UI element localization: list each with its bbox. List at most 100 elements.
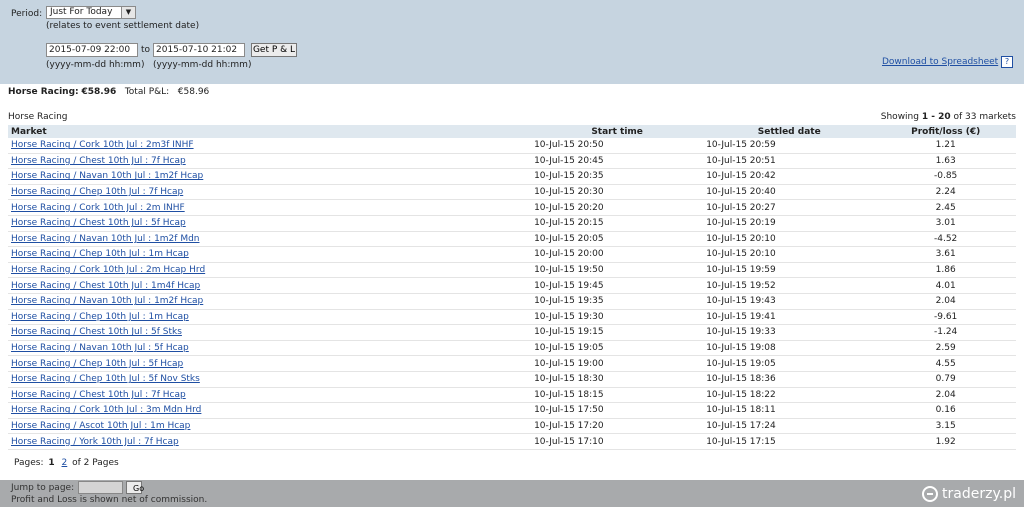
market-link[interactable]: Horse Racing / Chest 10th Jul : 1m4f Hca… [11, 281, 200, 291]
market-cell: Horse Racing / Chest 10th Jul : 5f Hcap [8, 215, 532, 232]
profit-loss-cell: 1.63 [875, 153, 1016, 170]
profit-loss-cell: 4.55 [875, 355, 1016, 372]
pages-suffix: of 2 Pages [72, 458, 119, 468]
settled-date-cell: 10-Jul-15 18:11 [703, 402, 876, 419]
download-spreadsheet-link[interactable]: Download to Spreadsheet [882, 57, 998, 67]
market-cell: Horse Racing / Navan 10th Jul : 1m2f Mdn [8, 231, 532, 248]
settled-date-cell: 10-Jul-15 19:33 [703, 324, 876, 341]
table-row: Horse Racing / Navan 10th Jul : 5f Hcap 1… [8, 340, 1016, 357]
period-select-value: Just For Today [50, 7, 113, 17]
watermark-logo-icon [922, 486, 939, 502]
market-cell: Horse Racing / Chest 10th Jul : 7f Hcap [8, 153, 532, 170]
profit-loss-cell: 0.16 [875, 402, 1016, 419]
market-cell: Horse Racing / Ascot 10th Jul : 1m Hcap [8, 418, 532, 435]
market-link[interactable]: Horse Racing / Navan 10th Jul : 1m2f Hca… [11, 296, 203, 306]
table-row: Horse Racing / Chest 10th Jul : 5f Stks 1… [8, 324, 1016, 341]
settled-date-cell: 10-Jul-15 20:51 [703, 153, 876, 170]
header-market[interactable]: Market [8, 125, 532, 138]
settled-date-cell: 10-Jul-15 20:27 [703, 199, 876, 216]
market-cell: Horse Racing / Chep 10th Jul : 1m Hcap [8, 246, 532, 263]
period-label: Period: [11, 9, 43, 19]
go-button[interactable]: Go [126, 481, 144, 494]
header-settled-date[interactable]: Settled date [703, 125, 876, 138]
markets-table: Market Start time Settled date Profit/lo… [8, 125, 1016, 450]
market-link[interactable]: Horse Racing / Chep 10th Jul : 1m Hcap [11, 249, 189, 259]
table-row: Horse Racing / Chep 10th Jul : 1m Hcap 10… [8, 246, 1016, 263]
jump-label: Jump to page: [11, 483, 75, 493]
pagination: Pages: 1 2 of 2 Pages [14, 458, 119, 468]
market-cell: Horse Racing / Chep 10th Jul : 7f Hcap [8, 184, 532, 201]
profit-loss-cell: 3.01 [875, 215, 1016, 232]
market-link[interactable]: Horse Racing / Chep 10th Jul : 1m Hcap [11, 312, 189, 322]
profit-loss-cell: 4.01 [875, 277, 1016, 294]
help-icon[interactable]: ? [1001, 56, 1013, 68]
jump-page-input[interactable] [78, 481, 123, 494]
market-cell: Horse Racing / York 10th Jul : 7f Hcap [8, 433, 532, 450]
start-time-cell: 10-Jul-15 20:15 [531, 215, 704, 232]
start-time-cell: 10-Jul-15 20:00 [531, 246, 704, 263]
profit-loss-cell: 0.79 [875, 371, 1016, 388]
settled-date-cell: 10-Jul-15 19:41 [703, 309, 876, 326]
market-link[interactable]: Horse Racing / Cork 10th Jul : 2m Hcap H… [11, 265, 205, 275]
market-cell: Horse Racing / Chest 10th Jul : 7f Hcap [8, 387, 532, 404]
market-cell: Horse Racing / Cork 10th Jul : 3m Mdn Hr… [8, 402, 532, 419]
header-start-time[interactable]: Start time [531, 125, 704, 138]
table-row: Horse Racing / Navan 10th Jul : 1m2f Hca… [8, 168, 1016, 185]
table-row: Horse Racing / Chep 10th Jul : 5f Hcap 10… [8, 355, 1016, 372]
settled-date-cell: 10-Jul-15 20:19 [703, 215, 876, 232]
profit-loss-cell: -4.52 [875, 231, 1016, 248]
table-row: Horse Racing / Chest 10th Jul : 1m4f Hca… [8, 277, 1016, 294]
market-link[interactable]: Horse Racing / Chest 10th Jul : 5f Hcap [11, 218, 186, 228]
profit-loss-cell: 3.15 [875, 418, 1016, 435]
filter-panel: Period: Just For Today ▼ (relates to eve… [0, 0, 1024, 84]
commission-note: Profit and Loss is shown net of commissi… [11, 495, 208, 505]
market-link[interactable]: Horse Racing / Navan 10th Jul : 1m2f Mdn [11, 234, 200, 244]
settled-date-cell: 10-Jul-15 18:36 [703, 371, 876, 388]
table-row: Horse Racing / Chest 10th Jul : 7f Hcap 1… [8, 153, 1016, 170]
get-pl-button[interactable]: Get P & L [251, 43, 297, 57]
settled-date-cell: 10-Jul-15 20:42 [703, 168, 876, 185]
market-link[interactable]: Horse Racing / Chest 10th Jul : 5f Stks [11, 327, 182, 337]
start-time-cell: 10-Jul-15 20:30 [531, 184, 704, 201]
table-row: Horse Racing / Navan 10th Jul : 1m2f Hca… [8, 293, 1016, 310]
market-link[interactable]: Horse Racing / Ascot 10th Jul : 1m Hcap [11, 421, 190, 431]
table-row: Horse Racing / Chest 10th Jul : 7f Hcap 1… [8, 387, 1016, 404]
from-date-input[interactable]: 2015-07-09 22:00 [46, 43, 138, 57]
start-time-cell: 10-Jul-15 20:35 [531, 168, 704, 185]
table-row: Horse Racing / Cork 10th Jul : 2m Hcap H… [8, 262, 1016, 279]
market-link[interactable]: Horse Racing / Chest 10th Jul : 7f Hcap [11, 390, 186, 400]
page-link-2[interactable]: 2 [62, 458, 68, 468]
profit-loss-cell: 2.45 [875, 199, 1016, 216]
start-time-cell: 10-Jul-15 18:30 [531, 371, 704, 388]
table-row: Horse Racing / Cork 10th Jul : 2m INHF 10… [8, 199, 1016, 216]
market-cell: Horse Racing / Navan 10th Jul : 1m2f Hca… [8, 168, 532, 185]
market-link[interactable]: Horse Racing / Navan 10th Jul : 5f Hcap [11, 343, 189, 353]
market-link[interactable]: Horse Racing / Cork 10th Jul : 3m Mdn Hr… [11, 405, 201, 415]
start-time-cell: 10-Jul-15 19:15 [531, 324, 704, 341]
market-link[interactable]: Horse Racing / Chep 10th Jul : 5f Nov St… [11, 374, 200, 384]
header-profit-loss[interactable]: Profit/loss (€) [875, 125, 1016, 138]
table-row: Horse Racing / Chep 10th Jul : 1m Hcap 10… [8, 309, 1016, 326]
profit-loss-cell: 3.61 [875, 246, 1016, 263]
profit-loss-cell: 1.92 [875, 433, 1016, 450]
market-link[interactable]: Horse Racing / Cork 10th Jul : 2m INHF [11, 203, 185, 213]
market-link[interactable]: Horse Racing / Navan 10th Jul : 1m2f Hca… [11, 171, 203, 181]
market-link[interactable]: Horse Racing / Cork 10th Jul : 2m3f INHF [11, 140, 194, 150]
category-value: €58.96 [81, 87, 117, 97]
profit-loss-cell: 2.24 [875, 184, 1016, 201]
period-select[interactable]: Just For Today ▼ [46, 6, 136, 19]
market-link[interactable]: Horse Racing / Chest 10th Jul : 7f Hcap [11, 156, 186, 166]
settled-date-cell: 10-Jul-15 20:10 [703, 231, 876, 248]
market-link[interactable]: Horse Racing / Chep 10th Jul : 5f Hcap [11, 359, 183, 369]
market-cell: Horse Racing / Chest 10th Jul : 1m4f Hca… [8, 277, 532, 294]
chevron-down-icon[interactable]: ▼ [121, 7, 135, 18]
market-link[interactable]: Horse Racing / York 10th Jul : 7f Hcap [11, 437, 179, 447]
start-time-cell: 10-Jul-15 17:20 [531, 418, 704, 435]
to-date-input[interactable]: 2015-07-10 21:02 [153, 43, 245, 57]
start-time-cell: 10-Jul-15 20:20 [531, 199, 704, 216]
table-body: Horse Racing / Cork 10th Jul : 2m3f INHF… [8, 138, 1016, 450]
market-cell: Horse Racing / Cork 10th Jul : 2m INHF [8, 199, 532, 216]
profit-loss-cell: -0.85 [875, 168, 1016, 185]
start-time-cell: 10-Jul-15 17:10 [531, 433, 704, 450]
market-link[interactable]: Horse Racing / Chep 10th Jul : 7f Hcap [11, 187, 183, 197]
